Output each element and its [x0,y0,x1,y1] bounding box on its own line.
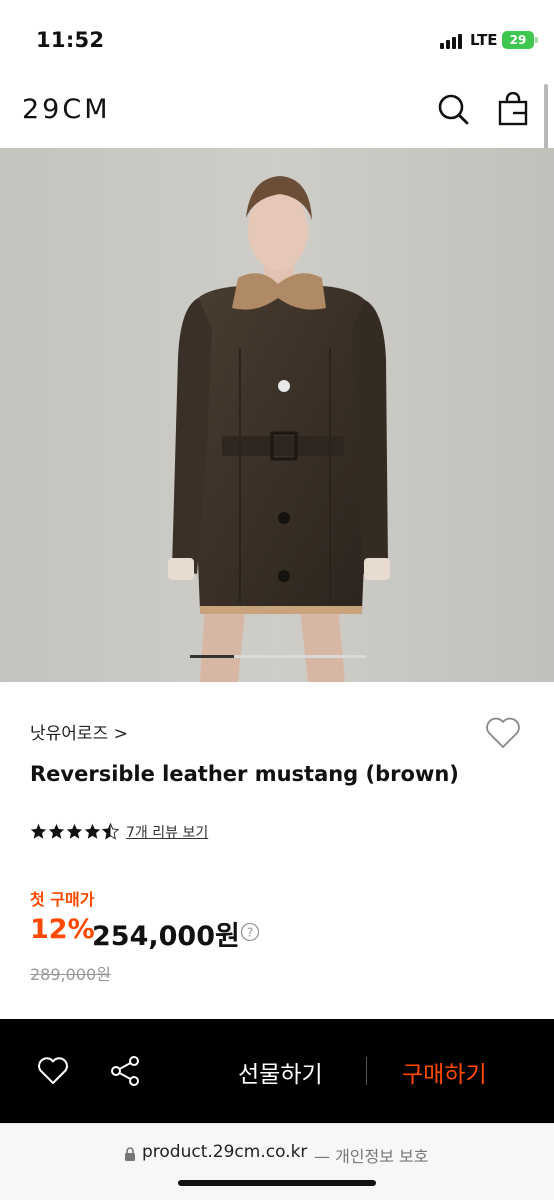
url-text: product.29cm.co.kr [142,1142,308,1162]
gift-button[interactable]: 선물하기 [238,1055,323,1089]
divider [366,1057,367,1085]
rating-stars [30,823,119,840]
discount-rate: 12% [30,914,95,945]
chevron-right-icon: > [113,724,128,744]
brand-link[interactable]: 낫유어로즈 > [30,719,128,744]
shopping-bag-icon[interactable] [496,92,530,126]
star-icon [30,823,47,839]
browser-url-bar[interactable]: product.29cm.co.kr — 개인정보 보호 [0,1123,554,1200]
product-image[interactable] [0,148,554,682]
battery-tip [535,37,538,43]
search-icon[interactable] [436,92,470,126]
battery-icon: 29 [502,31,534,49]
status-bar: 11:52 LTE 29 [0,0,554,72]
buy-button[interactable]: 구매하기 [402,1055,487,1089]
star-icon [84,823,101,839]
help-glyph: ? [247,926,253,940]
product-title: Reversible leather mustang (brown) [30,762,459,786]
app-header: 29CM [0,72,554,148]
signal-strength-icon [440,33,464,49]
home-indicator[interactable] [178,1180,376,1186]
half-star-icon [102,823,119,840]
original-price: 289,000원 [30,965,111,984]
star-icon [48,823,65,839]
heart-icon[interactable] [36,1054,70,1088]
star-icon [66,823,83,839]
privacy-label: — 개인정보 보호 [314,1147,429,1166]
network-type: LTE [470,31,498,49]
lock-icon [125,1147,135,1161]
brand-name: 낫유어로즈 [30,724,109,744]
sale-price: 254,000원 [92,921,240,952]
review-link[interactable]: 7개 리뷰 보기 [126,822,208,842]
help-icon[interactable]: ? [240,922,260,942]
carousel-indicator [190,655,234,658]
heart-outline-icon[interactable] [484,714,522,752]
first-purchase-label: 첫 구매가 [30,890,95,909]
action-bar: 선물하기 구매하기 [0,1019,554,1123]
logo[interactable]: 29CM [22,94,111,125]
status-time: 11:52 [36,28,105,52]
share-icon[interactable] [108,1054,142,1088]
